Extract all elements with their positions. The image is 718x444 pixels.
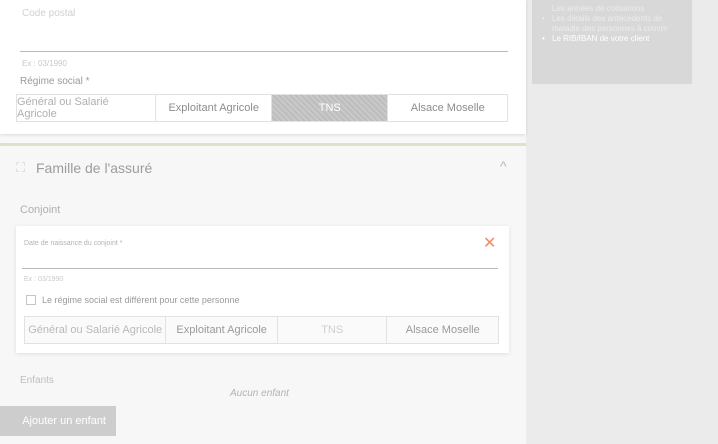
different-regime-checkbox[interactable]: [26, 295, 36, 305]
birth-date-label: Date de naissance du conjoint *: [24, 240, 123, 247]
conjoint-regime-alsace-option[interactable]: Alsace Moselle: [387, 317, 498, 343]
side-item-4: Le RIB/IBAN de votre client: [540, 34, 684, 44]
conjoint-regime-exploitant-option[interactable]: Exploitant Agricole: [166, 317, 278, 343]
birth-date-field[interactable]: [22, 247, 498, 269]
enfants-label: Enfants: [20, 375, 54, 386]
side-info-card: Les années de cotisations Les détails de…: [532, 0, 692, 84]
side-item-3: maladie des personnes à couvrir: [552, 24, 668, 33]
regime-tns-option[interactable]: TNS: [271, 95, 389, 121]
regime-alsace-option[interactable]: Alsace Moselle: [388, 95, 507, 121]
side-item-1: Les années de cotisations: [552, 4, 645, 13]
regime-label: Régime social *: [20, 76, 90, 87]
add-child-button[interactable]: Ajouter un enfant: [0, 406, 116, 436]
regime-selector: Général ou Salarié Agricole Exploitant A…: [16, 94, 508, 122]
conjoint-regime-selector: Général ou Salarié Agricole Exploitant A…: [24, 316, 499, 344]
chevron-up-icon[interactable]: ^: [500, 158, 507, 174]
different-regime-label: Le régime social est différent pour cett…: [42, 295, 240, 305]
postal-code-field[interactable]: [20, 24, 508, 52]
no-children-text: Aucun enfant: [230, 388, 289, 399]
birth-date-hint: Ex : 03/1990: [24, 276, 64, 283]
postal-code-label: Code postal: [22, 8, 76, 19]
famille-title: Famille de l'assuré: [36, 160, 153, 176]
regime-exploitant-option[interactable]: Exploitant Agricole: [156, 95, 272, 121]
date-hint: Ex : 03/1990: [22, 59, 67, 68]
conjoint-regime-general-option[interactable]: Général ou Salarié Agricole: [25, 317, 167, 343]
assure-card: Code postal Ex : 03/1990 Régime social *…: [0, 0, 526, 134]
regime-general-option[interactable]: Général ou Salarié Agricole: [17, 95, 157, 121]
conjoint-regime-tns-option[interactable]: TNS: [277, 317, 388, 343]
side-item-2: Les détails des antécédents de: [540, 14, 684, 24]
conjoint-label: Conjoint: [20, 204, 61, 216]
family-icon: ⛶: [16, 160, 26, 175]
side-info-list: Les années de cotisations Les détails de…: [540, 4, 684, 44]
